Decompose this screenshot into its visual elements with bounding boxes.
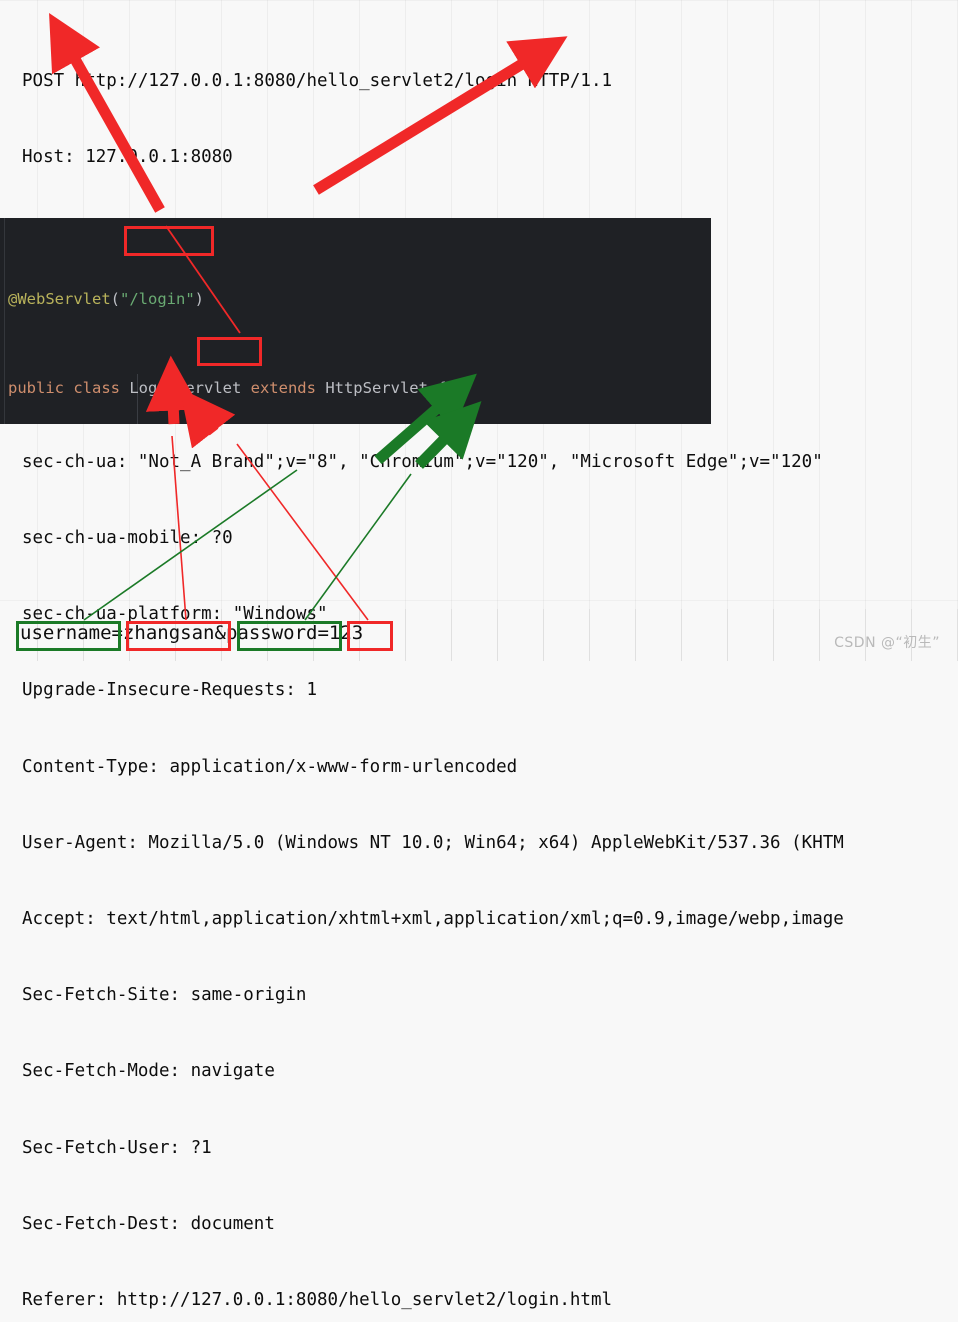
- paren-close: ): [194, 290, 204, 308]
- extends-keyword: extends: [241, 378, 326, 397]
- http-line: Upgrade-Insecure-Requests: 1: [22, 680, 318, 701]
- http-line: Accept: text/html,application/xhtml+xml,…: [22, 909, 844, 930]
- class-keywords: public class: [8, 378, 130, 397]
- http-line: Sec-Fetch-Site: same-origin: [22, 985, 307, 1006]
- http-line: Host: 127.0.0.1:8080: [22, 147, 233, 168]
- paren-open: (: [110, 290, 120, 308]
- http-line: sec-ch-ua-mobile: ?0: [22, 528, 233, 549]
- http-request-text: POST http://127.0.0.1:8080/hello_servlet…: [0, 0, 958, 1322]
- java-source-code: @WebServlet("/login") public class Login…: [8, 226, 652, 424]
- http-line: Sec-Fetch-User: ?1: [22, 1137, 212, 1158]
- webservlet-annotation: @WebServlet: [8, 290, 111, 308]
- highlight-box-form-value-123: [347, 621, 393, 651]
- http-line: sec-ch-ua: "Not_A Brand";v="8", "Chromiu…: [22, 451, 823, 472]
- highlight-box-login-path: [124, 226, 214, 256]
- superclass-name: HttpServlet {: [325, 378, 447, 397]
- webservlet-path-literal: "/login": [120, 290, 195, 308]
- code-editor-overlay: @WebServlet("/login") public class Login…: [0, 218, 711, 424]
- http-line: Referer: http://127.0.0.1:8080/hello_ser…: [22, 1290, 613, 1311]
- highlight-box-form-key-username: [16, 621, 121, 651]
- highlight-box-form-key-password: [237, 621, 342, 651]
- http-line: Sec-Fetch-Dest: document: [22, 1213, 275, 1234]
- highlight-box-form-value-zhangsan: [126, 621, 231, 651]
- csdn-watermark: CSDN @“初生”: [834, 635, 940, 651]
- http-line: User-Agent: Mozilla/5.0 (Windows NT 10.0…: [22, 832, 844, 853]
- http-line: Content-Type: application/x-www-form-url…: [22, 756, 518, 777]
- highlight-box-dopost: [197, 337, 262, 366]
- http-line: POST http://127.0.0.1:8080/hello_servlet…: [22, 70, 613, 91]
- code-line-webservlet: @WebServlet("/login"): [8, 285, 652, 315]
- http-line: Sec-Fetch-Mode: navigate: [22, 1061, 275, 1082]
- editor-gutter-divider: [4, 218, 5, 424]
- code-line-class-decl: public class LoginServlet extends HttpSe…: [8, 374, 652, 404]
- class-name: LoginServlet: [129, 378, 242, 397]
